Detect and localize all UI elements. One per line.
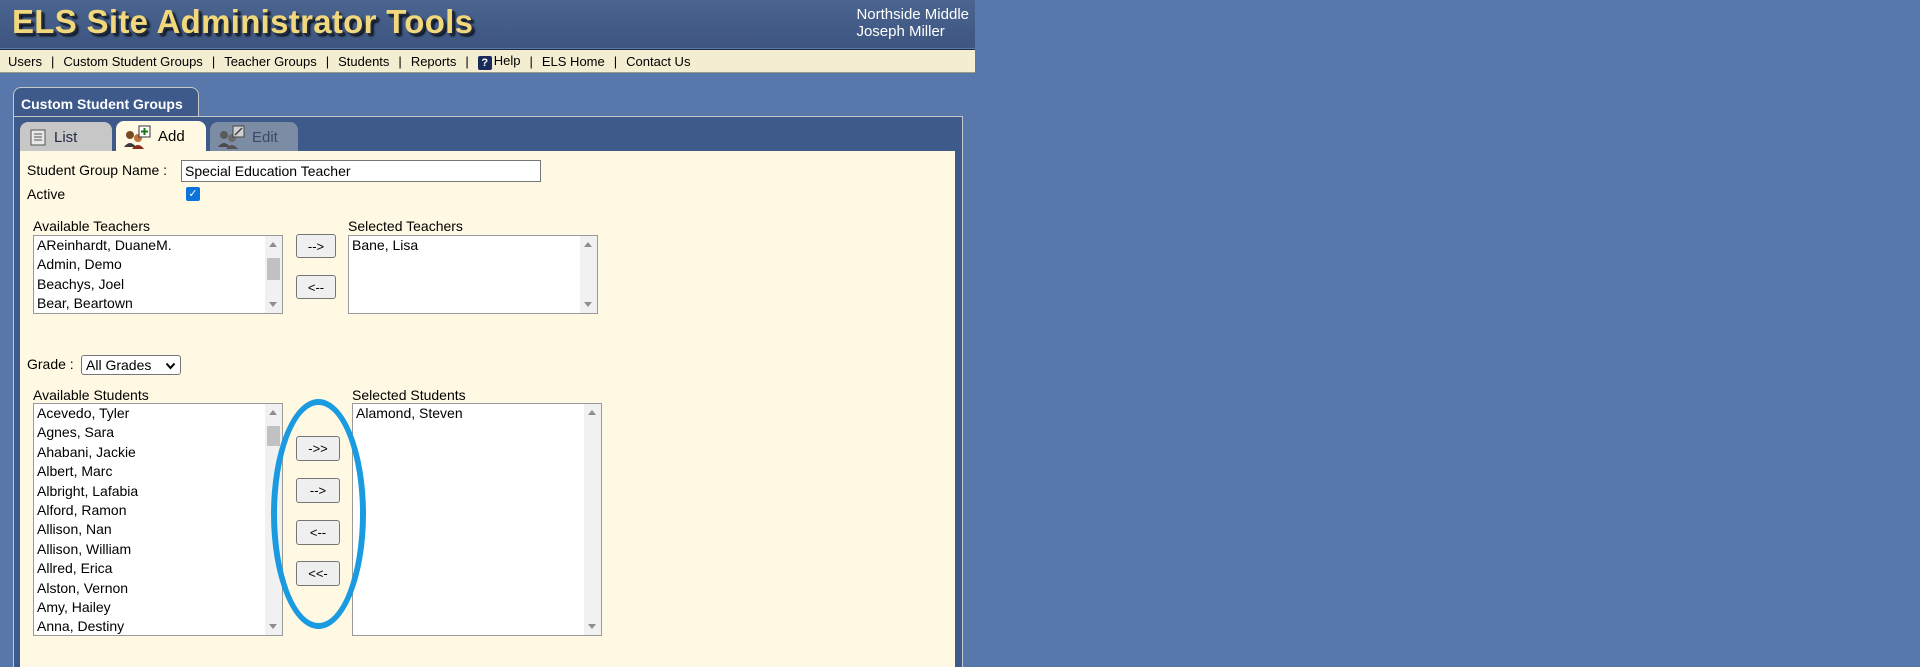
available-students-list[interactable]: Acevedo, Tyler Agnes, Sara Ahabani, Jack…: [33, 403, 283, 636]
scrollbar[interactable]: [580, 236, 597, 313]
nav-separator: |: [398, 53, 402, 69]
scroll-down-arrow-icon[interactable]: [269, 302, 277, 307]
edit-group-icon: [216, 125, 246, 149]
nav-reports[interactable]: Reports: [411, 54, 457, 69]
active-checkbox[interactable]: ✓: [186, 187, 200, 201]
list-item[interactable]: Admin, Demo: [34, 255, 282, 274]
selected-teachers-label: Selected Teachers: [348, 218, 463, 234]
highlight-ellipse: [271, 399, 366, 629]
available-teachers-label: Available Teachers: [33, 218, 151, 234]
nav-help-label: Help: [493, 52, 521, 68]
list-item[interactable]: Alston, Vernon: [34, 579, 282, 598]
panel-title: Custom Student Groups: [13, 87, 199, 117]
nav-help[interactable]: ? Help: [477, 52, 521, 70]
header: ELS Site Administrator Tools Northside M…: [0, 0, 975, 48]
app-title: ELS Site Administrator Tools: [12, 3, 474, 40]
nav-teacher-groups[interactable]: Teacher Groups: [224, 54, 317, 69]
list-item[interactable]: Albright, Lafabia: [34, 482, 282, 501]
add-teacher-button[interactable]: -->: [296, 234, 336, 258]
nav-bar: Users | Custom Student Groups | Teacher …: [0, 49, 975, 73]
grade-select[interactable]: All Grades: [81, 355, 181, 375]
scroll-up-arrow-icon[interactable]: [588, 410, 596, 415]
site-info: Northside Middle Joseph Miller: [856, 6, 969, 40]
nav-els-home[interactable]: ELS Home: [542, 54, 605, 69]
list-item[interactable]: Alford, Ramon: [34, 501, 282, 520]
tab-add-label: Add: [158, 128, 185, 145]
chevron-down-icon: [165, 359, 176, 375]
user-name: Joseph Miller: [856, 23, 945, 40]
list-item[interactable]: Amy, Hailey: [34, 598, 282, 617]
scroll-up-arrow-icon[interactable]: [269, 410, 277, 415]
list-item[interactable]: Albert, Marc: [34, 462, 282, 481]
tab-list-label: List: [54, 128, 78, 146]
nav-contact-us[interactable]: Contact Us: [626, 54, 690, 69]
tab-edit-label: Edit: [252, 128, 278, 146]
scrollbar[interactable]: [265, 236, 282, 313]
nav-students[interactable]: Students: [338, 54, 389, 69]
list-item[interactable]: Acevedo, Tyler: [34, 404, 282, 423]
nav-custom-student-groups[interactable]: Custom Student Groups: [63, 54, 202, 69]
list-item[interactable]: Beachys, Joel: [34, 275, 282, 294]
tab-add[interactable]: Add: [116, 121, 206, 152]
active-label: Active: [27, 186, 66, 202]
scroll-thumb[interactable]: [267, 426, 280, 446]
help-icon: ?: [477, 55, 492, 70]
grade-select-value: All Grades: [86, 357, 152, 373]
scroll-down-arrow-icon[interactable]: [584, 302, 592, 307]
selected-students-list[interactable]: Alamond, Steven: [352, 403, 602, 636]
nav-separator: |: [613, 53, 618, 69]
nav-separator: |: [211, 53, 216, 69]
app-window: ELS Site Administrator Tools Northside M…: [0, 0, 975, 667]
group-name-label: Student Group Name :: [27, 162, 168, 178]
list-item[interactable]: Allison, William: [34, 540, 282, 559]
scroll-down-arrow-icon[interactable]: [269, 624, 277, 629]
nav-users[interactable]: Users: [8, 54, 42, 69]
list-item[interactable]: Allison, Nan: [34, 520, 282, 539]
list-item[interactable]: Anna, Destiny: [34, 617, 282, 635]
selected-students-label: Selected Students: [352, 387, 466, 403]
tab-list[interactable]: List: [20, 122, 112, 152]
tab-edit[interactable]: Edit: [210, 122, 298, 152]
available-teachers-list[interactable]: AReinhardt, DuaneM. Admin, Demo Beachys,…: [33, 235, 283, 314]
group-name-input[interactable]: [181, 160, 541, 182]
remove-teacher-button[interactable]: <--: [296, 275, 336, 299]
grade-label: Grade :: [27, 356, 74, 372]
add-group-icon: [122, 125, 152, 149]
scrollbar[interactable]: [584, 404, 601, 635]
available-students-label: Available Students: [33, 387, 149, 403]
list-item[interactable]: Ahabani, Jackie: [34, 443, 282, 462]
school-name: Northside Middle: [856, 6, 969, 23]
selected-teachers-list[interactable]: Bane, Lisa: [348, 235, 598, 314]
nav-separator: |: [50, 53, 55, 69]
list-item[interactable]: Allred, Erica: [34, 559, 282, 578]
scroll-up-arrow-icon[interactable]: [584, 242, 592, 247]
nav-separator: |: [325, 53, 330, 69]
scroll-down-arrow-icon[interactable]: [588, 624, 596, 629]
list-item[interactable]: Bane, Lisa: [349, 236, 597, 255]
list-item[interactable]: Alamond, Steven: [353, 404, 601, 423]
scroll-thumb[interactable]: [267, 258, 280, 280]
list-item[interactable]: AReinhardt, DuaneM.: [34, 236, 282, 255]
nav-separator: |: [465, 53, 469, 69]
nav-separator: |: [529, 53, 533, 69]
list-icon: [30, 129, 46, 146]
scroll-up-arrow-icon[interactable]: [269, 242, 277, 247]
list-item[interactable]: Bear, Beartown: [34, 294, 282, 313]
list-item[interactable]: Agnes, Sara: [34, 423, 282, 442]
